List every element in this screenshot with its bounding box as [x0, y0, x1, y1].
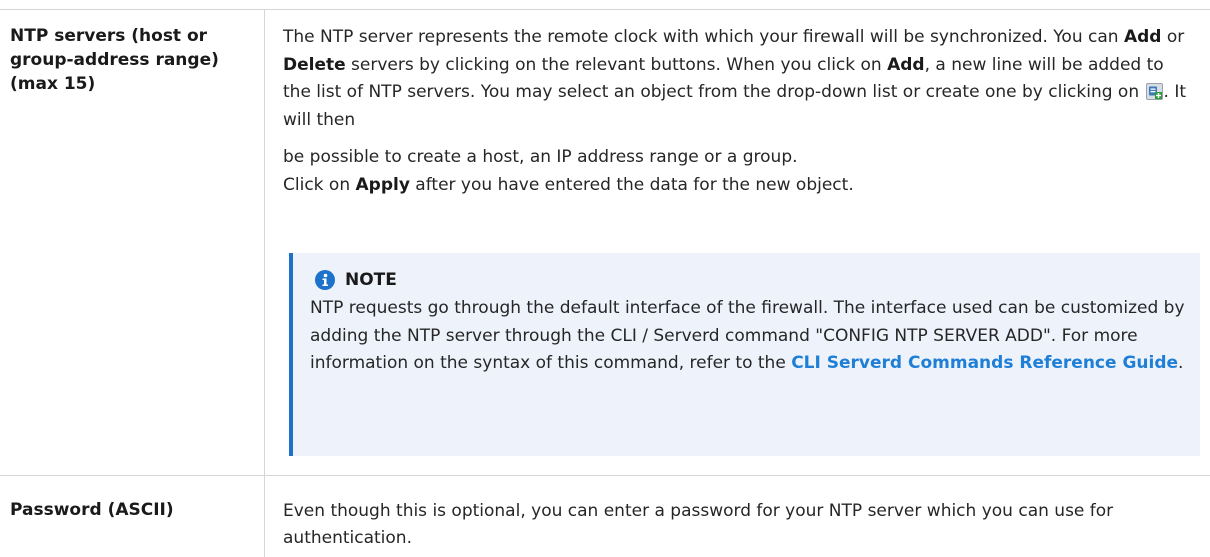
text-segment: after you have entered the data for the …: [409, 174, 854, 195]
add-keyword: Add: [1123, 27, 1162, 47]
note-text-end: .: [1178, 353, 1184, 373]
note-body: NTP requests go through the default inte…: [310, 295, 1190, 378]
text-segment: or: [1161, 27, 1185, 47]
paragraph-intro: The NTP server represents the remote clo…: [283, 24, 1193, 134]
cli-guide-link[interactable]: CLI Serverd Commands Reference Guide: [791, 353, 1178, 373]
description-password: Even though this is optional, you can en…: [283, 501, 1114, 548]
term-password: Password (ASCII): [10, 500, 174, 520]
paragraph-create: be possible to create a host, an IP addr…: [283, 147, 798, 167]
delete-keyword: Delete: [283, 54, 346, 75]
text-segment: Click on: [283, 174, 356, 195]
text-segment: The NTP server represents the remote clo…: [283, 27, 1124, 47]
add-object-icon: [1145, 82, 1163, 100]
table-row-password: Password (ASCII) Even though this is opt…: [0, 476, 1210, 557]
note-title: NOTE: [345, 270, 397, 290]
apply-keyword: Apply: [355, 174, 410, 195]
text-segment: servers by clicking on the relevant butt…: [345, 54, 888, 75]
add-keyword: Add: [887, 54, 925, 75]
description-ntp-servers: The NTP server represents the remote clo…: [283, 24, 1193, 199]
term-ntp-servers: NTP servers (host or group-address range…: [10, 26, 219, 94]
info-icon: [315, 270, 335, 290]
note-header: NOTE: [315, 269, 397, 291]
note-callout: NOTE NTP requests go through the default…: [289, 253, 1200, 456]
paragraph-apply: Click on Apply after you have entered th…: [283, 172, 1193, 200]
